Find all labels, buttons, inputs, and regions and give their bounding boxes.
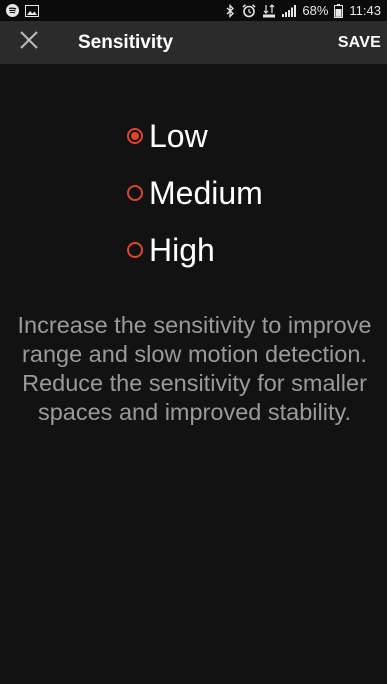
sensitivity-description: Increase the sensitivity to improve rang… [17,312,372,425]
clock-time: 11:43 [349,3,381,18]
battery-percent: 68% [302,3,329,18]
option-medium[interactable]: Medium [127,175,263,211]
top-app-bar: Sensitivity SAVE [0,21,387,64]
lte-icon [262,3,276,18]
radio-low[interactable] [127,128,143,144]
status-bar: 68% 11:43 [0,0,387,21]
spotify-icon [6,4,19,17]
alarm-icon [242,3,256,18]
page-title: Sensitivity [78,31,174,53]
bluetooth-icon [225,3,236,18]
radio-high[interactable] [127,242,143,258]
radio-selected-dot [131,132,139,140]
close-icon [20,31,38,54]
option-medium-label: Medium [149,175,263,211]
save-button[interactable]: SAVE [338,34,381,52]
battery-icon [334,3,344,18]
status-bar-left [6,4,39,17]
option-low[interactable]: Low [127,118,263,154]
option-low-label: Low [149,118,208,154]
sensitivity-options: Low Medium High [127,118,263,268]
app-screen: 68% 11:43 Sensitivity SAVE Low Medium Hi… [0,0,389,684]
close-button[interactable] [0,21,58,64]
option-high[interactable]: High [127,232,263,268]
image-icon [25,4,39,17]
status-bar-right: 68% 11:43 [225,3,381,18]
radio-medium[interactable] [127,185,143,201]
signal-icon [282,4,297,17]
option-high-label: High [149,232,215,268]
